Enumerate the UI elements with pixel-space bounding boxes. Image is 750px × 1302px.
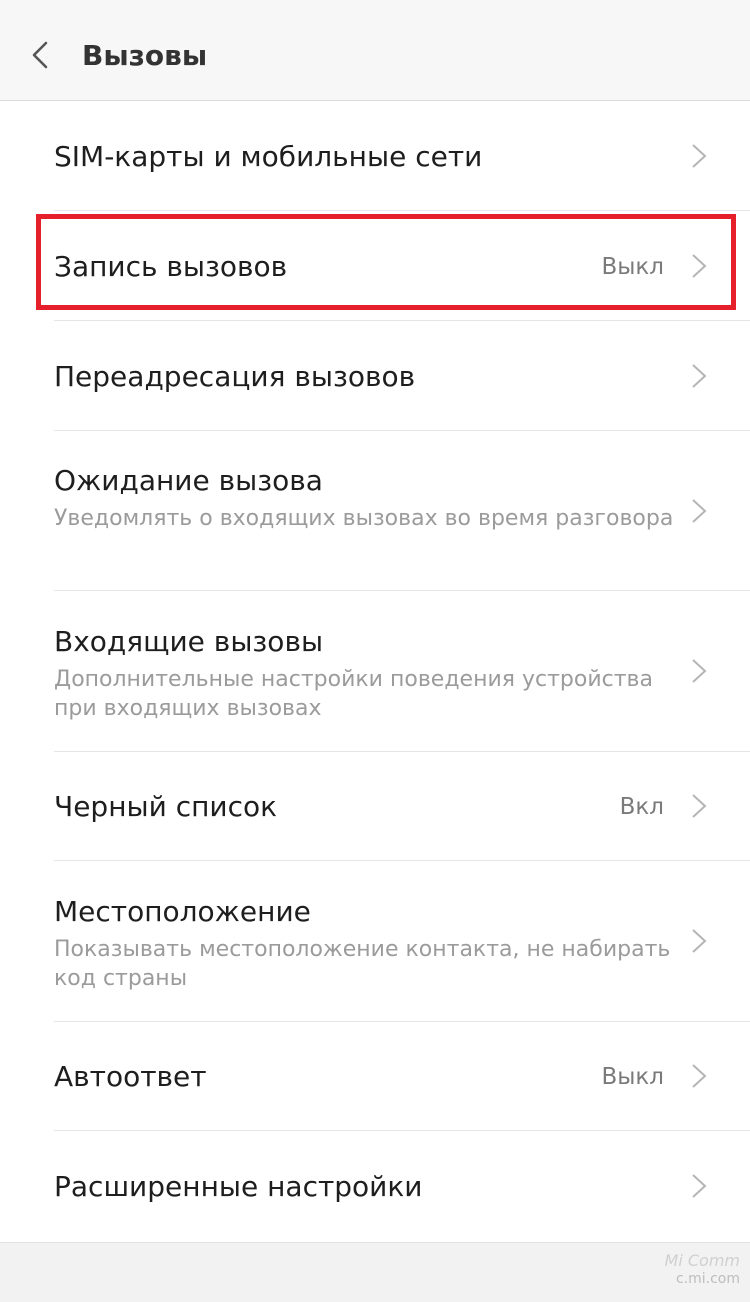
settings-item-label: Переадресация вызовов [54,360,416,393]
settings-item-sim-cards[interactable]: SIM-карты и мобильные сети [0,101,750,211]
chevron-right-icon [690,792,708,820]
settings-item-incoming-calls[interactable]: Входящие вызовы Дополнительные настройки… [0,591,750,752]
watermark: Mi Comm c.mi.com [665,1252,740,1288]
settings-item-call-forwarding[interactable]: Переадресация вызовов [0,321,750,431]
chevron-right-icon [690,927,708,955]
settings-item-label: SIM-карты и мобильные сети [54,140,483,173]
settings-item-auto-answer[interactable]: Автоответ Выкл [0,1022,750,1131]
chevron-right-icon [690,657,708,685]
chevron-right-icon [690,497,708,525]
settings-item-label: Местоположение [54,895,311,928]
page-title: Вызовы [82,39,208,72]
settings-item-label: Автоответ [54,1060,207,1093]
settings-item-value: Вкл [619,794,664,820]
chevron-left-icon [32,41,48,69]
back-button[interactable] [22,30,62,80]
header-bar: Вызовы [0,0,750,101]
settings-item-description: Показывать местоположение контакта, не н… [54,937,671,991]
settings-item-label: Черный список [54,790,278,823]
settings-item-value: Выкл [601,254,664,280]
settings-list: SIM-карты и мобильные сети Запись вызово… [0,101,750,1242]
settings-item-label: Входящие вызовы [54,625,324,658]
settings-item-label: Ожидание вызова [54,464,323,497]
settings-item-call-waiting[interactable]: Ожидание вызова Уведомлять о входящих вы… [0,431,750,591]
chevron-right-icon [690,1062,708,1090]
settings-item-location[interactable]: Местоположение Показывать местоположение… [0,861,750,1022]
chevron-right-icon [690,252,708,280]
settings-item-label: Запись вызовов [54,250,288,283]
watermark-site: c.mi.com [675,1271,740,1287]
settings-item-call-recording[interactable]: Запись вызовов Выкл [0,211,750,321]
settings-item-description: Уведомлять о входящих вызовах во время р… [54,506,674,531]
settings-item-description: Дополнительные настройки поведения устро… [54,667,653,721]
chevron-right-icon [690,1172,708,1200]
watermark-brand: Mi Comm [664,1251,740,1270]
chevron-right-icon [690,142,708,170]
bottom-spacer [0,1242,750,1302]
chevron-right-icon [690,362,708,390]
settings-item-value: Выкл [601,1064,664,1090]
settings-item-advanced[interactable]: Расширенные настройки [0,1131,750,1242]
settings-item-blacklist[interactable]: Черный список Вкл [0,752,750,861]
settings-item-label: Расширенные настройки [54,1170,423,1203]
